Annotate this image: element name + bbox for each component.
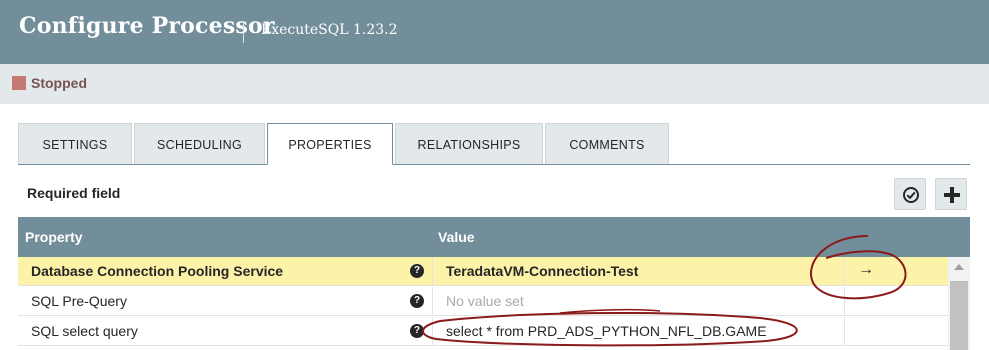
annotation-circle-arrow: [809, 235, 907, 300]
annotation-circle-query: [422, 311, 798, 347]
annotation-overlay: [422, 235, 907, 347]
